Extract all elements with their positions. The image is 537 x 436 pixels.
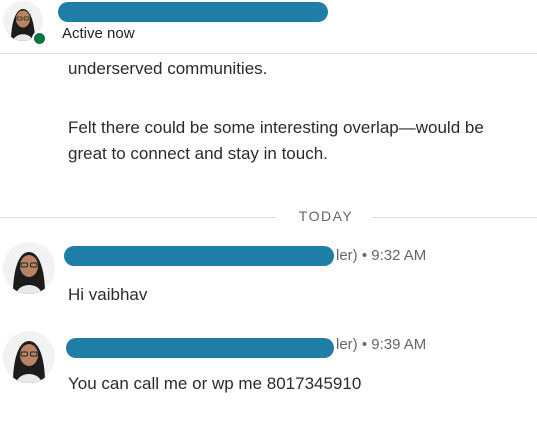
sender-name-redacted[interactable]: [66, 338, 334, 358]
earlier-message-line: underserved communities.: [68, 59, 268, 78]
date-divider-line-right: [372, 217, 537, 218]
message-meta: ler) • 9:32 AM: [336, 247, 426, 264]
message-meta: ler) • 9:39 AM: [336, 336, 426, 353]
sender-avatar[interactable]: [3, 242, 55, 294]
online-status-icon: [32, 31, 47, 46]
sender-avatar[interactable]: [3, 331, 55, 383]
contact-name-redacted[interactable]: [58, 2, 328, 22]
date-divider-label: TODAY: [298, 208, 354, 224]
sender-name-suffix: ler): [336, 247, 358, 264]
message-text: You can call me or wp me 8017345910: [68, 374, 362, 393]
message-timestamp: • 9:32 AM: [357, 247, 427, 264]
conversation-header: Active now: [0, 0, 537, 54]
message-timestamp: • 9:39 AM: [357, 336, 427, 353]
sender-name-suffix: ler): [336, 336, 358, 353]
earlier-message-line: Felt there could be some interesting ove…: [68, 118, 484, 137]
message-text: Hi vaibhav: [68, 285, 148, 304]
date-divider-line-left: [0, 217, 276, 218]
active-status-text: Active now: [62, 25, 135, 42]
sender-name-redacted[interactable]: [64, 246, 334, 266]
earlier-message-line: great to connect and stay in touch.: [68, 144, 328, 163]
